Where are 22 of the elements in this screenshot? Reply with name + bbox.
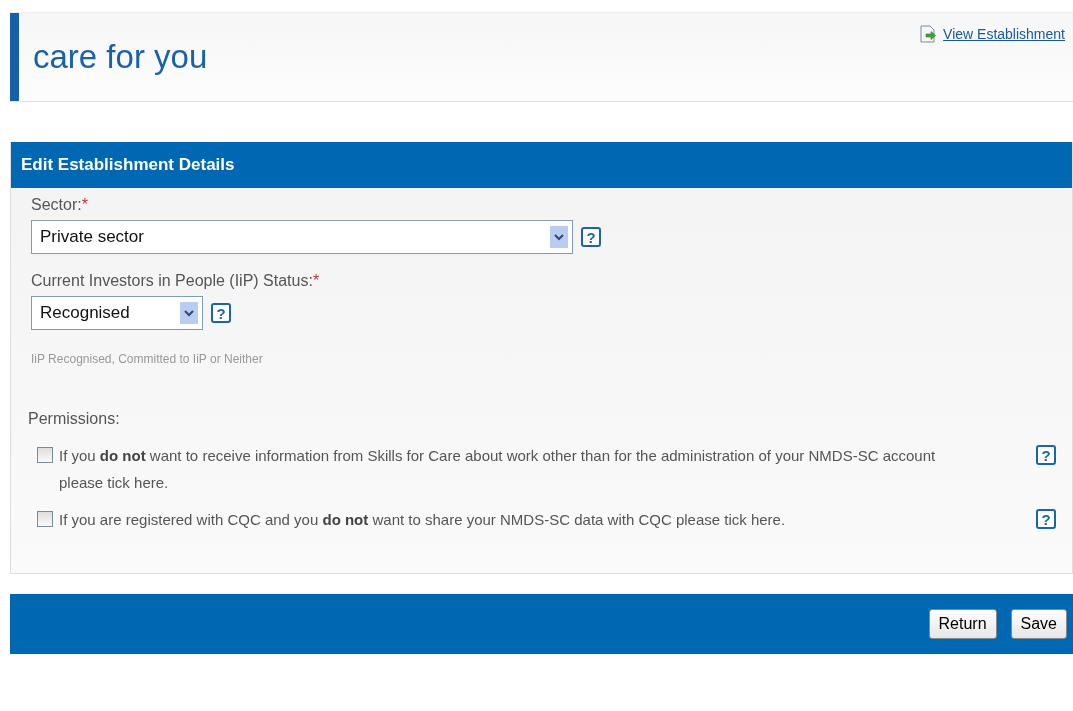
help-button[interactable]: ? xyxy=(211,303,231,323)
permissions-label: Permissions: xyxy=(28,410,121,428)
footer-button[interactable]: Return xyxy=(928,609,997,639)
checkbox[interactable] xyxy=(37,447,53,463)
required-mark: * xyxy=(312,272,320,289)
field-label: Sector: xyxy=(31,196,82,213)
view-establishment-link[interactable]: View Establishment xyxy=(919,25,1065,43)
permission-text: If you are registered with CQC and you do not want to share your NMDS-SC data with CQC please tick here. xyxy=(59,510,787,530)
dropdown[interactable]: Private sector xyxy=(31,220,573,254)
page-title: care for you xyxy=(33,38,208,76)
help-button[interactable]: ? xyxy=(1036,445,1056,465)
dropdown[interactable]: Recognised xyxy=(31,296,203,330)
document-arrow-icon xyxy=(919,25,938,43)
footer-button[interactable]: Save xyxy=(1010,609,1067,639)
permission-text: If you do not want to receive information from Skills for Care about work other than for the administration of your NMDS-SC account please tick here. xyxy=(59,446,937,493)
checkbox[interactable] xyxy=(37,511,53,527)
help-button[interactable]: ? xyxy=(1036,509,1056,529)
field-hint: IiP Recognised, Committed to IiP or Neither xyxy=(31,352,264,366)
panel-title: Edit Establishment Details xyxy=(21,155,235,175)
required-mark: * xyxy=(81,196,88,213)
field-label: Current Investors in People (IiP) Status: xyxy=(31,272,313,289)
help-button[interactable]: ? xyxy=(581,227,601,247)
